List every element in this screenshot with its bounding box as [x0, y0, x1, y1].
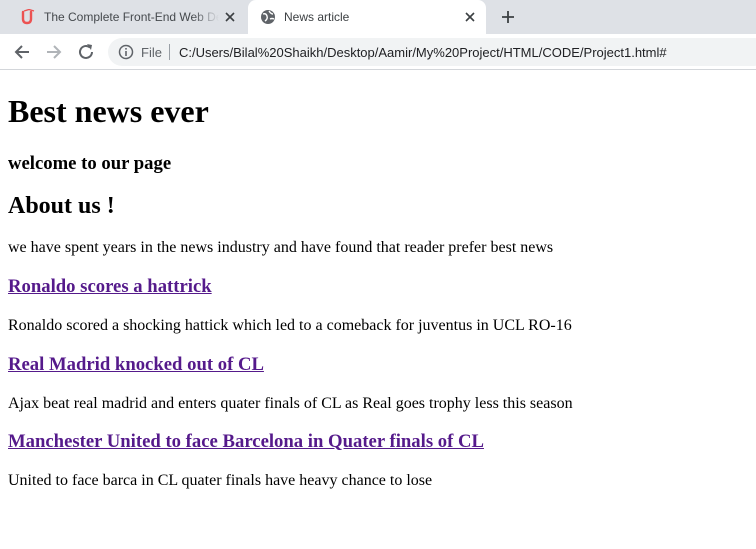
scheme-label: File: [141, 44, 162, 60]
close-tab-icon[interactable]: [464, 11, 476, 23]
tab-title: News article: [284, 10, 350, 24]
browser-toolbar: File C:/Users/Bilal%20Shaikh/Desktop/Aam…: [0, 34, 756, 70]
back-arrow-icon[interactable]: [12, 42, 32, 62]
close-tab-icon[interactable]: [224, 11, 236, 23]
omnibox-divider: [168, 44, 170, 60]
tab-news-article[interactable]: News article: [248, 0, 486, 34]
about-text: we have spent years in the news industry…: [8, 239, 554, 256]
info-icon[interactable]: [118, 44, 134, 60]
tab-strip: The Complete Front-End Web Development C…: [0, 0, 756, 34]
tab-udemy-course[interactable]: The Complete Front-End Web Development C…: [8, 0, 246, 34]
page-title: Best news ever: [8, 93, 209, 129]
about-heading: About us !: [8, 193, 115, 219]
address-bar[interactable]: File C:/Users/Bilal%20Shaikh/Desktop/Aam…: [108, 38, 756, 66]
tab-title: The Complete Front-End Web Development C…: [44, 10, 219, 24]
article-link-ronaldo[interactable]: Ronaldo scores a hattrick: [8, 276, 212, 298]
article-link-man-united[interactable]: Manchester United to face Barcelona in Q…: [8, 431, 484, 453]
article-summary: Ronaldo scored a shocking hattick which …: [8, 317, 572, 334]
new-tab-plus-icon[interactable]: [499, 8, 517, 26]
article-summary: United to face barca in CL quater finals…: [8, 472, 433, 489]
welcome-heading: welcome to our page: [8, 153, 172, 174]
page-content: Best news ever welcome to our page About…: [0, 71, 756, 549]
forward-arrow-icon[interactable]: [44, 42, 64, 62]
udemy-favicon-icon: [21, 9, 35, 25]
article-summary: Ajax beat real madrid and enters quater …: [8, 395, 573, 412]
reload-icon[interactable]: [76, 42, 96, 62]
article-link-real-madrid[interactable]: Real Madrid knocked out of CL: [8, 354, 264, 376]
globe-icon: [261, 10, 275, 24]
url-text[interactable]: C:/Users/Bilal%20Shaikh/Desktop/Aamir/My…: [179, 45, 667, 60]
